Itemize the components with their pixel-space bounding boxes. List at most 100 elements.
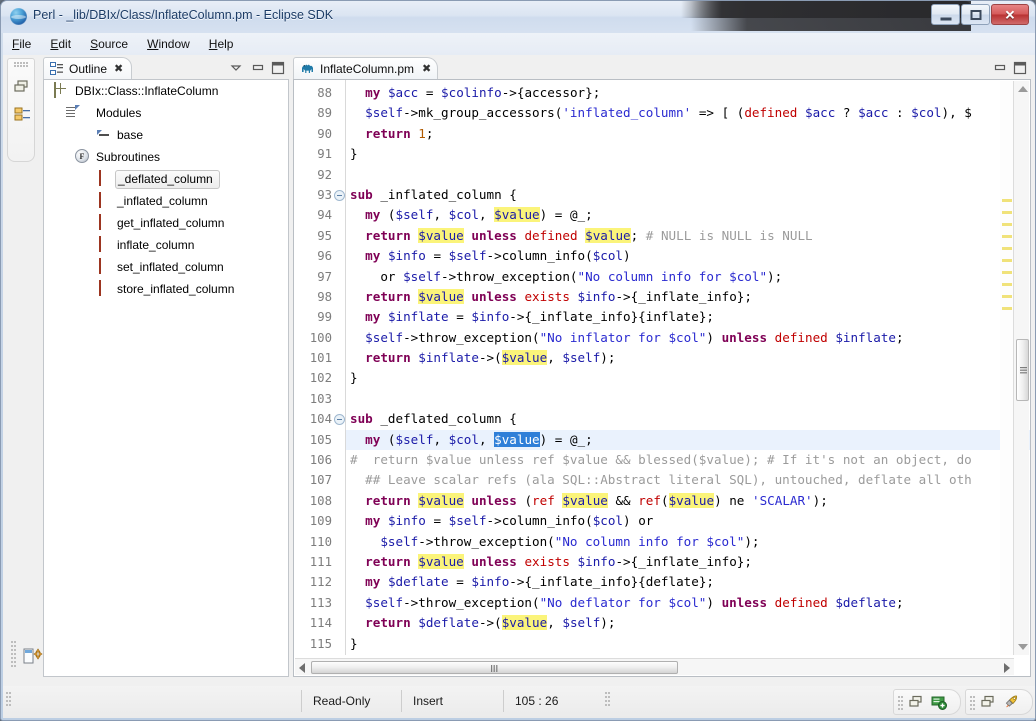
tab-inflatecolumn-pm[interactable]: InflateColumn.pm ✖ <box>293 57 439 79</box>
code-lines[interactable]: 88 my $acc = $colinfo->{accessor}; 89 $se… <box>294 83 1030 676</box>
minimize-view-icon[interactable] <box>251 61 265 75</box>
code-line-100[interactable]: 100 $self->throw_exception("No inflator … <box>294 328 1030 348</box>
outline-item-label: _deflated_column <box>115 169 220 189</box>
code-line-92[interactable]: 92 <box>294 165 1030 185</box>
code-line-113[interactable]: 113 $self->throw_exception("No deflator … <box>294 593 1030 613</box>
line-number: 93 <box>317 187 332 202</box>
code-text: sub _inflated_column { <box>350 186 517 202</box>
code-line-106[interactable]: 106 # return $value unless ref $value && … <box>294 450 1030 470</box>
scroll-left-arrow[interactable] <box>299 663 305 673</box>
code-line-104[interactable]: 104 sub _deflated_column { <box>294 409 1030 429</box>
outline-item-inflate_column[interactable]: inflate_column <box>44 234 288 256</box>
menu-file[interactable]: File <box>3 35 40 53</box>
occurrence-marker <box>1002 307 1012 310</box>
status-bar: Read-Only Insert 105 : 26 <box>3 686 1035 718</box>
code-line-97[interactable]: 97 or $self->throw_exception("No column … <box>294 267 1030 287</box>
outline-item-_deflated_column[interactable]: _deflated_column <box>44 168 288 190</box>
maximize-view-icon[interactable] <box>271 61 285 75</box>
workbench: Outline ✖ DBIx::Class::InflateColumn Modu… <box>3 55 1035 686</box>
close-button[interactable]: ✕ <box>991 4 1029 25</box>
vertical-scrollbar[interactable] <box>1013 81 1029 655</box>
overview-ruler[interactable] <box>1000 81 1013 655</box>
code-line-111[interactable]: 111 return $value unless exists $info->{… <box>294 552 1030 572</box>
fast-view-add-icon[interactable] <box>23 647 45 665</box>
outline-tab-bar: Outline ✖ <box>43 57 289 79</box>
package-explorer-icon[interactable] <box>14 107 31 123</box>
outline-item-label: set_inflated_column <box>117 260 224 274</box>
code-line-93[interactable]: 93 sub _inflated_column { <box>294 185 1030 205</box>
code-line-101[interactable]: 101 return $inflate->($value, $self); <box>294 348 1030 368</box>
vertical-scrollbar-thumb[interactable] <box>1016 339 1029 401</box>
restore-view-icon[interactable] <box>14 79 31 95</box>
restore-trim-icon[interactable] <box>908 694 924 710</box>
code-line-110[interactable]: 110 $self->throw_exception("No column in… <box>294 532 1030 552</box>
code-line-98[interactable]: 98 return $value unless exists $info->{_… <box>294 287 1030 307</box>
trim-grip[interactable] <box>898 696 903 714</box>
outline-item-store_inflated_column[interactable]: store_inflated_column <box>44 278 288 300</box>
close-icon[interactable]: ✖ <box>114 62 123 75</box>
code-line-102[interactable]: 102} <box>294 368 1030 388</box>
code-line-105[interactable]: 105 my ($self, $col, $value) = @_; <box>294 429 1030 451</box>
code-line-108[interactable]: 108 return $value unless (ref $value && … <box>294 491 1030 511</box>
code-viewport[interactable]: 88 my $acc = $colinfo->{accessor}; 89 $se… <box>294 80 1030 676</box>
outline-item-_inflated_column[interactable]: _inflated_column <box>44 190 288 212</box>
minimize-button[interactable] <box>931 4 960 25</box>
titlebar-backdrop-strip-2 <box>691 1 971 31</box>
menu-help[interactable]: Help <box>200 35 243 53</box>
menu-edit[interactable]: Edit <box>41 35 80 53</box>
code-text: my $inflate = $info->{_inflate_info}{inf… <box>365 309 714 325</box>
code-line-115[interactable]: 115} <box>294 634 1030 654</box>
horizontal-scrollbar-thumb[interactable] <box>311 661 678 674</box>
code-line-91[interactable]: 91} <box>294 144 1030 164</box>
code-line-112[interactable]: 112 my $deflate = $info->{_inflate_info}… <box>294 572 1030 592</box>
folding-collapse-icon[interactable] <box>334 414 345 426</box>
code-line-109[interactable]: 109 my $info = $self->column_info($col) … <box>294 511 1030 531</box>
code-line-114[interactable]: 114 return $deflate->($value, $self); <box>294 613 1030 633</box>
maximize-button[interactable] <box>961 4 990 25</box>
status-divider <box>401 690 402 712</box>
menu-source[interactable]: Source <box>81 35 137 53</box>
trim-grip[interactable] <box>970 696 975 714</box>
outline-item-modules[interactable]: Modules <box>44 102 288 124</box>
minimize-editor-icon[interactable] <box>993 61 1007 75</box>
maximize-editor-icon[interactable] <box>1013 61 1027 75</box>
code-line-94[interactable]: 94 my ($self, $col, $value) = @_; <box>294 205 1030 225</box>
fast-view-grip[interactable] <box>14 62 30 67</box>
eclipse-window: Perl - _lib/DBIx/Class/InflateColumn.pm … <box>0 0 1036 721</box>
code-line-99[interactable]: 99 my $inflate = $info->{_inflate_info}{… <box>294 307 1030 327</box>
line-number: 106 <box>309 453 332 468</box>
scroll-up-arrow[interactable] <box>1018 86 1028 92</box>
code-line-95[interactable]: 95 return $value unless defined $value; … <box>294 226 1030 246</box>
outline-item-dbix--class--inflatecolumn[interactable]: DBIx::Class::InflateColumn <box>44 80 288 102</box>
outline-item-set_inflated_column[interactable]: set_inflated_column <box>44 256 288 278</box>
scroll-down-arrow[interactable] <box>1018 644 1028 650</box>
code-text: $self->throw_exception("No column info f… <box>380 533 760 549</box>
status-divider-grip[interactable] <box>605 692 610 711</box>
editor-area: InflateColumn.pm ✖ 88 my $acc = $colinfo… <box>293 57 1031 677</box>
outline-item-get_inflated_column[interactable]: get_inflated_column <box>44 212 288 234</box>
horizontal-scrollbar[interactable] <box>295 658 1014 675</box>
code-line-90[interactable]: 90 return 1; <box>294 124 1030 144</box>
close-icon[interactable]: ✖ <box>422 62 431 75</box>
code-line-88[interactable]: 88 my $acc = $colinfo->{accessor}; <box>294 83 1030 103</box>
code-line-103[interactable]: 103 <box>294 389 1030 409</box>
build-console-icon[interactable] <box>931 694 947 710</box>
tab-outline[interactable]: Outline ✖ <box>43 57 133 79</box>
class-icon <box>54 82 70 99</box>
run-launch-icon[interactable] <box>1003 694 1019 710</box>
scroll-right-arrow[interactable] <box>1004 663 1010 673</box>
menu-window[interactable]: Window <box>138 35 199 53</box>
code-line-89[interactable]: 89 $self->mk_group_accessors('inflated_c… <box>294 103 1030 123</box>
perspective-bar-grip[interactable] <box>11 641 16 669</box>
outline-tree[interactable]: DBIx::Class::InflateColumn Modules base F Su… <box>43 79 289 677</box>
folding-collapse-icon[interactable] <box>334 189 345 201</box>
outline-item-label: Subroutines <box>96 150 161 164</box>
trim-group-build <box>893 689 961 715</box>
code-line-107[interactable]: 107 ## Leave scalar refs (ala SQL::Abstr… <box>294 470 1030 490</box>
restore-trim-icon[interactable] <box>980 694 996 710</box>
outline-item-subroutines[interactable]: F Subroutines <box>44 146 288 168</box>
view-menu-icon[interactable] <box>229 61 243 75</box>
status-bar-grip[interactable] <box>6 692 11 711</box>
outline-item-base[interactable]: base <box>44 124 288 146</box>
code-line-96[interactable]: 96 my $info = $self->column_info($col) <box>294 246 1030 266</box>
